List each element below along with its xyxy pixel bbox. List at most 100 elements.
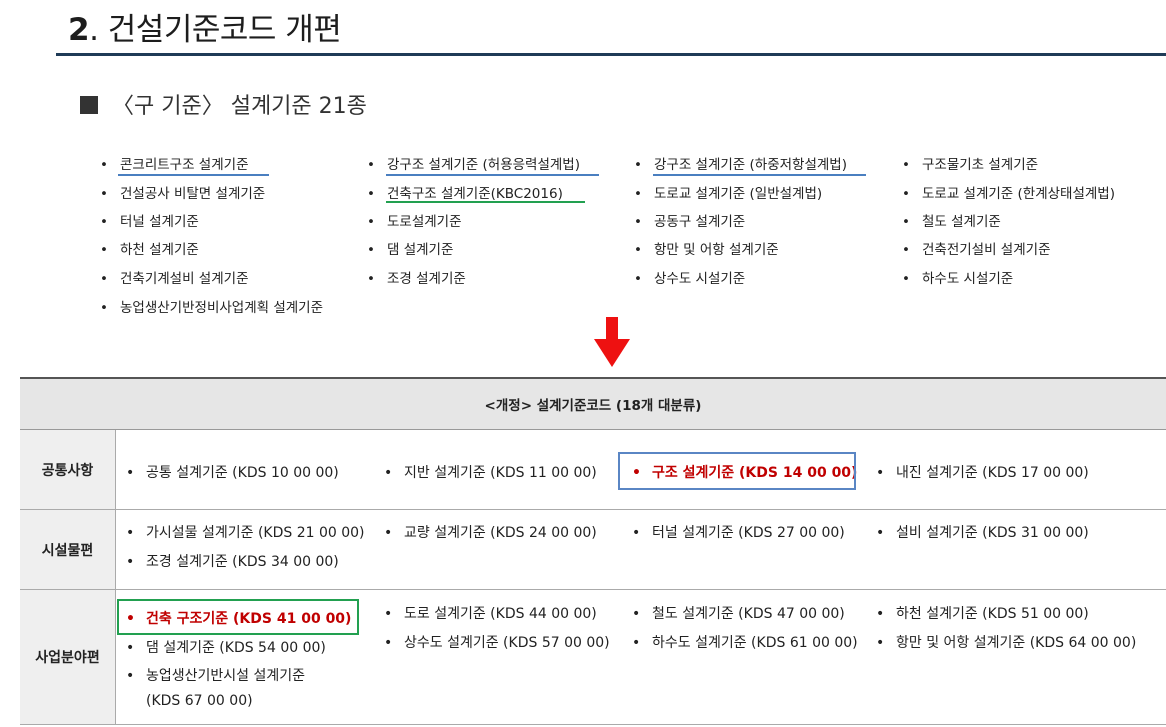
- bullet: •: [384, 606, 393, 622]
- list-item: • 강구조 설계기준 (하중저항설계법): [634, 153, 847, 173]
- bullet: •: [367, 186, 375, 202]
- table-cell-continued: (KDS 67 00 00): [146, 693, 253, 709]
- bullet: •: [634, 186, 642, 202]
- old-heading-text: 〈구 기준〉 설계기준 21종: [112, 94, 367, 119]
- item-text: 강구조 설계기준 (하중저항설계법): [654, 157, 847, 173]
- table-cell: • 철도 설계기준 (KDS 47 00 00): [632, 603, 845, 623]
- row-divider: [20, 724, 1166, 725]
- item-text: 도로설계기준: [387, 214, 462, 230]
- item-text: 도로교 설계기준 (한계상태설계법): [922, 186, 1115, 202]
- bullet: •: [632, 606, 641, 622]
- bullet: •: [902, 242, 910, 258]
- bullet: •: [384, 635, 393, 651]
- list-item: • 강구조 설계기준 (허용응력설계법): [367, 153, 580, 173]
- bullet: •: [100, 157, 108, 173]
- bullet: •: [367, 157, 375, 173]
- green-underline: [386, 201, 585, 203]
- item-text: 하천 설계기준: [120, 242, 199, 258]
- bullet: •: [100, 300, 108, 316]
- cell-text: 항만 및 어항 설계기준 (KDS 64 00 00): [896, 635, 1137, 651]
- table-cell: • 댐 설계기준 (KDS 54 00 00): [126, 637, 326, 657]
- cell-text: 농업생산기반시설 설계기준: [146, 668, 306, 684]
- bullet: •: [902, 271, 910, 287]
- item-text: 도로교 설계기준 (일반설계법): [654, 186, 823, 202]
- item-text: 철도 설계기준: [922, 214, 1001, 230]
- bullet: •: [902, 186, 910, 202]
- page-title: 2. 건설기준코드 개편: [68, 4, 342, 49]
- bullet: •: [902, 214, 910, 230]
- list-item: • 건축기계설비 설계기준: [100, 267, 249, 287]
- cell-text: 상수도 설계기준 (KDS 57 00 00): [404, 635, 610, 651]
- cell-text: 댐 설계기준 (KDS 54 00 00): [146, 640, 326, 656]
- list-item: • 항만 및 어항 설계기준: [634, 238, 779, 258]
- down-arrow-icon: [594, 317, 630, 367]
- item-text: 건축구조 설계기준(KBC2016): [387, 186, 563, 202]
- row-divider: [20, 589, 1166, 590]
- bullet: •: [367, 214, 375, 230]
- bullet: •: [634, 214, 642, 230]
- item-text: 농업생산기반정비사업계획 설계기준: [120, 300, 324, 316]
- green-highlight-box: [117, 599, 359, 635]
- bullet: •: [876, 606, 885, 622]
- table-cell: • 설비 설계기준 (KDS 31 00 00): [876, 522, 1089, 542]
- bullet: •: [384, 525, 393, 541]
- item-text: 상수도 시설기준: [654, 271, 746, 287]
- bullet: •: [367, 242, 375, 258]
- item-text: 건설공사 비탈면 설계기준: [120, 186, 266, 202]
- list-item: • 건축구조 설계기준(KBC2016): [367, 182, 563, 202]
- row-label-facilities: 시설물편: [20, 510, 115, 589]
- bullet: •: [876, 525, 885, 541]
- bullet: •: [100, 271, 108, 287]
- list-item: • 도로교 설계기준 (한계상태설계법): [902, 182, 1115, 202]
- table-cell: • 지반 설계기준 (KDS 11 00 00): [384, 462, 597, 482]
- table-cell: • 항만 및 어항 설계기준 (KDS 64 00 00): [876, 632, 1136, 652]
- item-text: 강구조 설계기준 (허용응력설계법): [387, 157, 580, 173]
- table-cell: • 상수도 설계기준 (KDS 57 00 00): [384, 632, 610, 652]
- table-cell: • 가시설물 설계기준 (KDS 21 00 00): [126, 522, 365, 542]
- bullet: •: [634, 157, 642, 173]
- cell-text: 설비 설계기준 (KDS 31 00 00): [896, 525, 1089, 541]
- list-item: • 구조물기초 설계기준: [902, 153, 1038, 173]
- bullet: •: [100, 214, 108, 230]
- section-number: 2: [68, 12, 90, 48]
- list-item: • 하천 설계기준: [100, 238, 199, 258]
- bullet: •: [126, 525, 135, 541]
- bullet: •: [126, 465, 135, 481]
- list-item: • 상수도 시설기준: [634, 267, 745, 287]
- old-standard-heading: 〈구 기준〉 설계기준 21종: [80, 88, 367, 120]
- item-text: 구조물기초 설계기준: [922, 157, 1039, 173]
- row-divider: [20, 509, 1166, 510]
- bullet: •: [634, 242, 642, 258]
- list-item: • 하수도 시설기준: [902, 267, 1013, 287]
- table-cell: • 내진 설계기준 (KDS 17 00 00): [876, 462, 1089, 482]
- cell-text: 철도 설계기준 (KDS 47 00 00): [652, 606, 845, 622]
- cell-text: 가시설물 설계기준 (KDS 21 00 00): [146, 525, 365, 541]
- table-header: <개정> 설계기준코드 (18개 대분류): [20, 379, 1166, 430]
- list-item: • 콘크리트구조 설계기준: [100, 153, 249, 173]
- table-cell: • 조경 설계기준 (KDS 34 00 00): [126, 551, 339, 571]
- list-item: • 도로교 설계기준 (일반설계법): [634, 182, 822, 202]
- cell-text: 조경 설계기준 (KDS 34 00 00): [146, 554, 339, 570]
- bullet: •: [632, 635, 641, 651]
- item-text: 공동구 설계기준: [654, 214, 746, 230]
- bullet: •: [100, 242, 108, 258]
- item-text: 조경 설계기준: [387, 271, 466, 287]
- table-cell: • 하수도 설계기준 (KDS 61 00 00): [632, 632, 858, 652]
- table-cell: • 터널 설계기준 (KDS 27 00 00): [632, 522, 845, 542]
- title-text: . 건설기준코드 개편: [89, 12, 342, 48]
- cell-text: 하천 설계기준 (KDS 51 00 00): [896, 606, 1089, 622]
- item-text: 항만 및 어항 설계기준: [654, 242, 779, 258]
- column-divider: [115, 430, 116, 725]
- list-item: • 조경 설계기준: [367, 267, 466, 287]
- list-item: • 농업생산기반정비사업계획 설계기준: [100, 296, 323, 316]
- bullet: •: [126, 640, 135, 656]
- item-text: 하수도 시설기준: [922, 271, 1014, 287]
- row-label-common: 공통사항: [20, 430, 115, 509]
- cell-text: 교량 설계기준 (KDS 24 00 00): [404, 525, 597, 541]
- bullet: •: [632, 525, 641, 541]
- cell-text: 공통 설계기준 (KDS 10 00 00): [146, 465, 339, 481]
- cell-text: (KDS 67 00 00): [146, 693, 253, 709]
- cell-text: 지반 설계기준 (KDS 11 00 00): [404, 465, 597, 481]
- list-item: • 공동구 설계기준: [634, 210, 745, 230]
- bullet: •: [126, 668, 135, 684]
